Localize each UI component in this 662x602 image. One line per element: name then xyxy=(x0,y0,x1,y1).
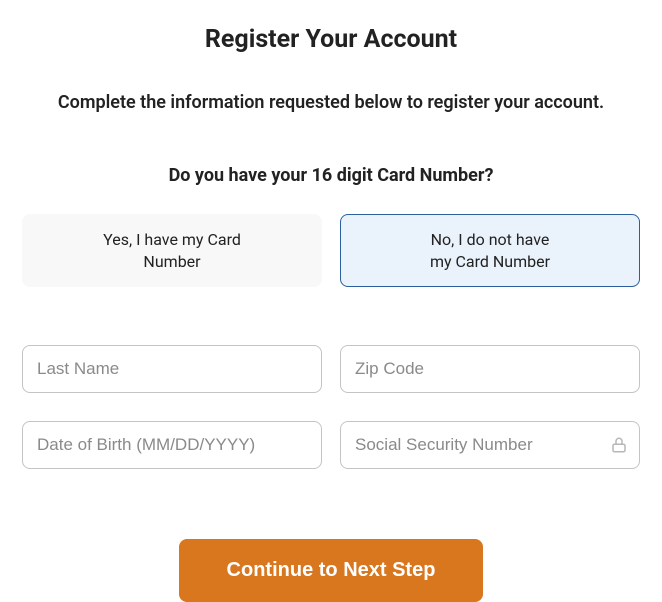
option-yes-have-card[interactable]: Yes, I have my CardNumber xyxy=(22,214,322,287)
zip-code-field[interactable] xyxy=(340,345,640,393)
last-name-field[interactable] xyxy=(22,345,322,393)
page-subtitle: Complete the information requested below… xyxy=(20,92,642,113)
card-number-question: Do you have your 16 digit Card Number? xyxy=(20,165,642,186)
option-no-card[interactable]: No, I do not havemy Card Number xyxy=(340,214,640,287)
dob-field[interactable] xyxy=(22,421,322,469)
card-number-options: Yes, I have my CardNumber No, I do not h… xyxy=(20,214,642,287)
page-title: Register Your Account xyxy=(20,25,642,54)
fields-grid xyxy=(20,345,642,469)
ssn-field[interactable] xyxy=(340,421,640,469)
continue-button[interactable]: Continue to Next Step xyxy=(179,539,484,602)
